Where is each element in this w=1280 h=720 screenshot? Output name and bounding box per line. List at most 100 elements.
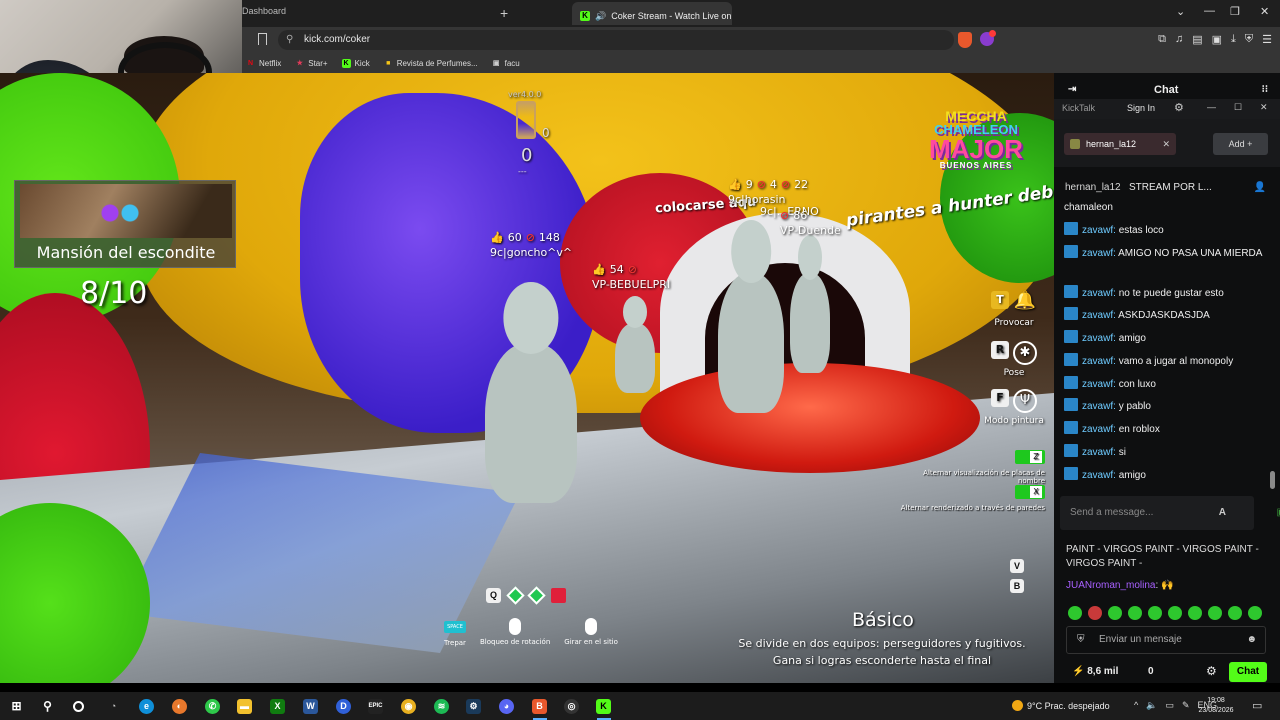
- emote-icon[interactable]: [1248, 606, 1262, 620]
- network-icon[interactable]: ▭: [1165, 700, 1174, 711]
- volume-icon[interactable]: 🔈: [1146, 700, 1157, 711]
- chat-scrollbar[interactable]: [1270, 471, 1275, 489]
- kt-close-button[interactable]: ✕: [1260, 102, 1268, 113]
- restore-button[interactable]: ❐: [1230, 5, 1240, 18]
- bookmark-netflix[interactable]: N Netflix: [246, 59, 281, 68]
- sign-in-button[interactable]: Sign In: [1127, 103, 1155, 113]
- emote-icon[interactable]: [1208, 606, 1222, 620]
- bookmark-facu[interactable]: ▣ facu: [492, 59, 520, 68]
- download-icon[interactable]: ⤓: [1231, 33, 1236, 46]
- xbox-icon[interactable]: X: [270, 699, 285, 714]
- windows-start-icon[interactable]: ⊞: [9, 699, 24, 714]
- vpn-icon[interactable]: ⛨: [1245, 33, 1253, 46]
- toggle-render-walls: X Alternar renderizado a través de pared…: [895, 485, 1045, 512]
- extensions-icon[interactable]: ⧉: [1158, 33, 1166, 46]
- emoji-icon[interactable]: ☻: [1246, 627, 1257, 653]
- emote-icon[interactable]: [1228, 606, 1242, 620]
- search-icon[interactable]: ⚲: [40, 699, 55, 714]
- close-tab-icon[interactable]: ✕: [1162, 133, 1170, 155]
- emote-icon[interactable]: [1088, 606, 1102, 620]
- tab-search-icon[interactable]: ⌄: [1176, 5, 1185, 18]
- bookmark-icon[interactable]: [258, 33, 267, 45]
- emote-icon[interactable]: [1068, 606, 1082, 620]
- disney-icon[interactable]: D: [336, 699, 351, 714]
- chat-username[interactable]: zavawf:: [1082, 379, 1116, 390]
- stream-video[interactable]: ver4.0.0 0 0 --- MECCHA CHAMELEON MAJOR …: [0, 73, 1054, 683]
- site-settings-icon[interactable]: ⚲: [286, 30, 293, 50]
- chat-username[interactable]: zavawf:: [1082, 401, 1116, 412]
- player-nametag: ⊘ 86 VP-Duende: [780, 209, 841, 237]
- chat-send-button[interactable]: Chat: [1229, 662, 1267, 682]
- emote-icon[interactable]: [1168, 606, 1182, 620]
- emote-icon[interactable]: [1188, 606, 1202, 620]
- channel-tab[interactable]: hernan_la12 ✕: [1064, 133, 1176, 155]
- toggle-label: Alternar visualización de placas de nomb…: [923, 469, 1045, 485]
- kick-app-icon[interactable]: K: [596, 699, 611, 714]
- translate-icon[interactable]: A: [1219, 496, 1226, 530]
- music-icon[interactable]: ♫: [1175, 33, 1183, 46]
- tray-chevron-icon[interactable]: ^: [1134, 700, 1138, 711]
- tab-dashboard[interactable]: Dashboard: [242, 6, 286, 16]
- wallet-icon[interactable]: ▣: [1212, 33, 1222, 46]
- game-description: Se divide en dos equipos: perseguidores …: [716, 635, 1048, 669]
- chat-username[interactable]: zavawf:: [1082, 424, 1116, 435]
- chat-menu-icon[interactable]: ⁝⁝: [1262, 84, 1268, 95]
- pinned-user: hernan_la12: [1065, 182, 1121, 193]
- steam-icon[interactable]: ⚙: [466, 699, 481, 714]
- kick-message-input[interactable]: ⛨ Enviar un mensaje ☻: [1066, 626, 1266, 654]
- kt-maximize-button[interactable]: ☐: [1234, 102, 1242, 113]
- new-tab-button[interactable]: +: [500, 5, 508, 21]
- chat-username[interactable]: zavawf:: [1082, 248, 1116, 259]
- kt-minimize-button[interactable]: —: [1207, 102, 1216, 112]
- settings-icon[interactable]: ⚙: [1174, 101, 1184, 114]
- sidebar-icon[interactable]: ▤: [1192, 33, 1202, 46]
- brave-shield-icon[interactable]: [958, 32, 972, 48]
- cortana-icon[interactable]: [73, 701, 84, 712]
- emote-icon[interactable]: [1108, 606, 1122, 620]
- chrome-icon[interactable]: ◉: [401, 699, 416, 714]
- notifications-icon[interactable]: ▭: [1252, 699, 1262, 712]
- tab-coker-stream[interactable]: K 🔊 Coker Stream - Watch Live on ✕: [572, 2, 732, 25]
- minimize-button[interactable]: —: [1204, 5, 1215, 17]
- url-field[interactable]: ⚲ kick.com/coker: [278, 30, 954, 50]
- emote-icon[interactable]: [1148, 606, 1162, 620]
- discord-icon[interactable]: ◕: [499, 699, 514, 714]
- chat-username[interactable]: JUANroman_molina: [1066, 580, 1155, 591]
- clock[interactable]: 19:08 23/08/2026: [1197, 696, 1235, 716]
- tray-app-icon[interactable]: ✎: [1182, 700, 1190, 711]
- chat-username[interactable]: zavawf:: [1082, 310, 1116, 321]
- bookmark-star-plus[interactable]: ★ Star+: [295, 59, 328, 68]
- chat-username[interactable]: zavawf:: [1082, 447, 1116, 458]
- user-icon[interactable]: 👤: [1254, 177, 1266, 199]
- bookmark-kick[interactable]: K Kick: [341, 58, 370, 68]
- edge-icon[interactable]: e: [139, 699, 154, 714]
- brave-icon[interactable]: B: [532, 699, 547, 714]
- gamepad-icon[interactable]: ◔: [106, 699, 121, 714]
- epic-games-icon[interactable]: EPIC: [368, 699, 383, 714]
- add-channel-button[interactable]: Add +: [1213, 133, 1268, 155]
- kicktalk-message-input[interactable]: Send a message... A ▣: [1060, 496, 1280, 530]
- chat-username[interactable]: zavawf:: [1082, 288, 1116, 299]
- weather-widget[interactable]: 9°C Prac. despejado: [1012, 700, 1110, 711]
- spotify-icon[interactable]: ≋: [434, 699, 449, 714]
- chat-username[interactable]: zavawf:: [1082, 225, 1116, 236]
- bookmark-revista[interactable]: ■ Revista de Perfumes...: [384, 59, 478, 68]
- folder-icon[interactable]: ▬: [237, 699, 252, 714]
- chat-username[interactable]: zavawf:: [1082, 470, 1116, 481]
- emote-picker-icon[interactable]: ▣: [1277, 496, 1280, 530]
- close-window-button[interactable]: ✕: [1260, 5, 1269, 18]
- brave-rewards-icon[interactable]: [980, 30, 996, 46]
- emote-icon[interactable]: [1128, 606, 1142, 620]
- chat-settings-icon[interactable]: ⚙: [1206, 664, 1217, 678]
- points-count: 0: [1148, 666, 1154, 677]
- shield-app-icon[interactable]: ◐: [172, 699, 187, 714]
- speaker-icon[interactable]: 🔊: [595, 11, 606, 22]
- collapse-chat-icon[interactable]: ⇥: [1068, 84, 1076, 95]
- chat-message: zavawf: estas loco: [1064, 222, 1272, 239]
- chat-username[interactable]: zavawf:: [1082, 356, 1116, 367]
- whatsapp-icon[interactable]: ✆: [205, 699, 220, 714]
- obs-icon[interactable]: ◎: [564, 699, 579, 714]
- chat-username[interactable]: zavawf:: [1082, 333, 1116, 344]
- menu-icon[interactable]: ☰: [1262, 33, 1272, 46]
- word-icon[interactable]: W: [303, 699, 318, 714]
